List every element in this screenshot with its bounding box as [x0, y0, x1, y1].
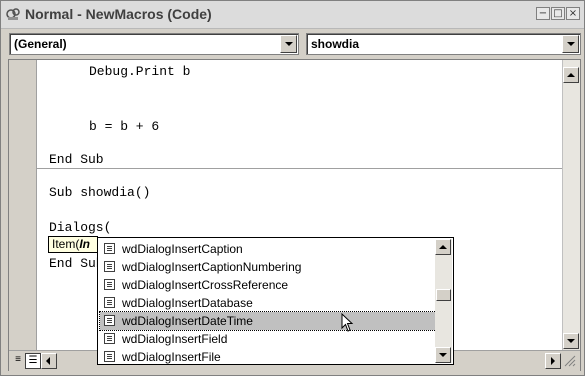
list-item-label: wdDialogInsertField: [122, 332, 228, 346]
procedure-view-button[interactable]: ≡: [11, 353, 25, 367]
list-item[interactable]: wdDialogInsertCaption: [100, 240, 436, 258]
scroll-down-button[interactable]: [435, 347, 451, 363]
list-item[interactable]: wdDialogInsertField: [100, 330, 436, 348]
list-item-icon: [104, 243, 115, 254]
vertical-scrollbar[interactable]: [562, 60, 580, 350]
object-dropdown-value: (General): [14, 37, 67, 51]
list-item-label: wdDialogInsertCaptionNumbering: [122, 260, 302, 274]
window-title: Normal - NewMacros (Code): [25, 6, 212, 22]
code-window: Normal - NewMacros (Code) − □ × (General…: [0, 0, 585, 376]
list-item[interactable]: wdDialogInsertCrossReference: [100, 276, 436, 294]
code-line[interactable]: End Sub: [49, 256, 104, 271]
list-item-label: wdDialogInsertDateTime: [122, 314, 253, 328]
list-item-label: wdDialogInsertCrossReference: [122, 278, 289, 292]
resize-grip-icon[interactable]: [564, 355, 576, 367]
title-bar[interactable]: Normal - NewMacros (Code) − □ ×: [1, 1, 584, 29]
list-item[interactable]: wdDialogInsertDatabase: [100, 294, 436, 312]
vba-module-icon: [6, 8, 20, 20]
scroll-down-button[interactable]: [563, 333, 579, 349]
code-line[interactable]: Debug.Print b: [89, 64, 190, 79]
scroll-right-button[interactable]: [545, 353, 561, 369]
procedure-dropdown-value: showdia: [311, 37, 360, 51]
list-item-label: wdDialogInsertCaption: [122, 242, 243, 256]
list-item-icon: [104, 315, 115, 326]
chevron-down-icon[interactable]: [562, 35, 579, 53]
close-button[interactable]: ×: [566, 7, 580, 20]
list-item-icon: [104, 279, 115, 290]
autocomplete-list[interactable]: wdDialogInsertCaption wdDialogInsertCapt…: [97, 237, 454, 365]
procedure-dropdown[interactable]: showdia: [306, 33, 581, 55]
scroll-up-button[interactable]: [563, 67, 579, 83]
mouse-pointer-icon: [341, 313, 354, 332]
tooltip-prefix: Item(: [52, 237, 80, 251]
tooltip-param: In: [79, 237, 91, 251]
autocomplete-scrollbar[interactable]: [435, 239, 452, 363]
list-item[interactable]: wdDialogInsertCaptionNumbering: [100, 258, 436, 276]
minimize-button[interactable]: −: [536, 7, 550, 20]
code-line[interactable]: Sub showdia(): [49, 185, 150, 200]
list-item-icon: [104, 333, 115, 344]
margin-indicator-bar[interactable]: [9, 60, 37, 350]
code-line[interactable]: Dialogs(: [49, 220, 111, 235]
object-dropdown[interactable]: (General): [9, 33, 299, 55]
chevron-down-icon[interactable]: [280, 35, 297, 53]
maximize-button[interactable]: □: [551, 7, 565, 20]
list-item-icon: [104, 297, 115, 308]
full-module-view-button[interactable]: ☰: [25, 353, 41, 369]
list-item-icon: [104, 351, 115, 362]
parameter-info-tooltip: Item(In: [48, 236, 98, 253]
list-item-label: wdDialogInsertDatabase: [122, 296, 253, 310]
procedure-separator: [37, 168, 573, 169]
scroll-up-button[interactable]: [435, 239, 451, 255]
list-item[interactable]: wdDialogInsertFile: [100, 348, 436, 366]
code-line[interactable]: b = b + 6: [89, 119, 159, 134]
list-item-icon: [104, 261, 115, 272]
scroll-thumb[interactable]: [436, 289, 451, 301]
list-item-label: wdDialogInsertFile: [122, 350, 221, 364]
code-line[interactable]: End Sub: [49, 152, 104, 167]
list-item-selected[interactable]: wdDialogInsertDateTime: [99, 311, 437, 331]
scroll-left-button[interactable]: [41, 353, 57, 369]
